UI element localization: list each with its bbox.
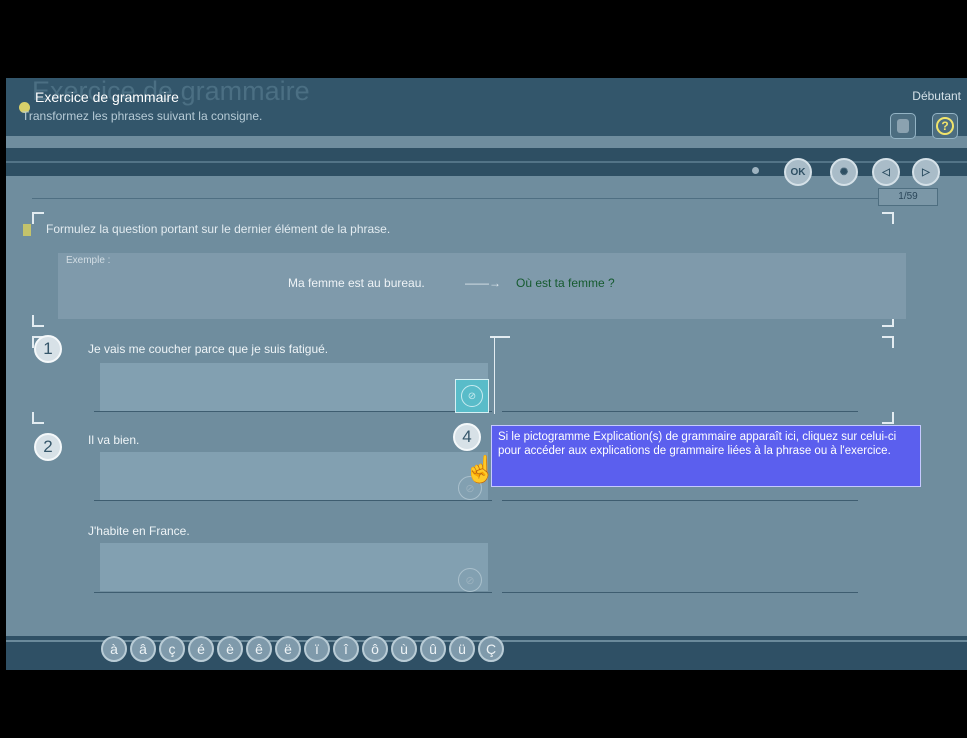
char-button[interactable]: û (420, 636, 446, 662)
item-number-badge: 1 (34, 335, 62, 363)
char-button[interactable]: é (188, 636, 214, 662)
compass-icon: ⊘ (461, 385, 483, 407)
exercise-title: Exercice de grammaire (35, 89, 179, 105)
answer-underline (502, 411, 858, 412)
next-arrow-icon: ▷ (922, 166, 930, 178)
ok-button[interactable]: OK (784, 158, 812, 186)
frame-corner (882, 212, 894, 224)
example-label: Exemple : (66, 255, 111, 266)
instruction-marker (23, 224, 31, 236)
char-button[interactable]: î (333, 636, 359, 662)
char-button[interactable]: ü (449, 636, 475, 662)
item-sentence: Je vais me coucher parce que je suis fat… (88, 342, 329, 356)
hint-button[interactable]: ✺ (830, 158, 858, 186)
answer-underline (502, 592, 858, 593)
char-button[interactable]: à (101, 636, 127, 662)
frame-corner (32, 212, 44, 224)
example-box: Exemple : Ma femme est au bureau. ——→ Où… (58, 253, 906, 319)
instruction-text: Formulez la question portant sur le dern… (46, 222, 391, 236)
callout-number-badge: 4 (453, 423, 481, 451)
frame-corner (490, 336, 510, 348)
answer-underline (94, 500, 492, 501)
answer-field[interactable] (100, 363, 488, 411)
nav-dot-icon (752, 167, 759, 174)
grammar-explanation-button[interactable]: ⊘ (455, 379, 489, 413)
answer-field[interactable] (100, 452, 488, 500)
hand-cursor-icon: ☝ (464, 454, 497, 484)
char-button[interactable]: ê (246, 636, 272, 662)
header-bar: Exercice de grammaire Exercice de gramma… (6, 78, 967, 139)
previous-button[interactable]: ◁ (872, 158, 900, 186)
char-button[interactable]: è (217, 636, 243, 662)
pictogram-button[interactable] (890, 113, 916, 139)
example-source: Ma femme est au bureau. (288, 276, 425, 290)
exercise-subtitle: Transformez les phrases suivant la consi… (22, 109, 263, 123)
arrow-icon: ——→ (465, 276, 501, 290)
item-sentence: Il va bien. (88, 433, 140, 447)
example-answer: Où est ta femme ? (516, 276, 615, 290)
frame-corner (32, 412, 44, 424)
help-button[interactable]: ? (932, 113, 958, 139)
char-button[interactable]: ï (304, 636, 330, 662)
header-separator (32, 198, 894, 199)
frame-corner (882, 412, 894, 424)
column-separator (494, 336, 495, 414)
special-character-bar: à â ç é è ê ë ï î ô ù û ü Ç (101, 636, 504, 664)
answer-underline (94, 592, 492, 593)
char-button[interactable]: ç (159, 636, 185, 662)
answer-underline (94, 411, 492, 412)
next-button[interactable]: ▷ (912, 158, 940, 186)
char-button[interactable]: Ç (478, 636, 504, 662)
level-label: Débutant (912, 89, 961, 103)
strip-rule (6, 161, 967, 163)
frame-corner (32, 315, 44, 327)
answer-field[interactable] (100, 543, 488, 591)
answer-underline (502, 500, 858, 501)
grammar-explanation-icon[interactable]: ⊘ (458, 568, 482, 592)
help-icon: ? (936, 117, 954, 135)
frame-corner (882, 336, 894, 348)
exercise-window: Exercice de grammaire Exercice de gramma… (6, 78, 967, 670)
pointer-icon (897, 119, 909, 133)
char-button[interactable]: ô (362, 636, 388, 662)
help-tooltip: Si le pictogramme Explication(s) de gram… (491, 425, 921, 487)
char-button[interactable]: â (130, 636, 156, 662)
item-number-badge: 2 (34, 433, 62, 461)
question-counter: 1/59 (878, 188, 938, 206)
char-button[interactable]: ù (391, 636, 417, 662)
lightbulb-icon: ✺ (839, 166, 849, 178)
back-arrow-icon: ◁ (882, 166, 890, 178)
item-sentence: J'habite en France. (88, 524, 190, 538)
char-button[interactable]: ë (275, 636, 301, 662)
